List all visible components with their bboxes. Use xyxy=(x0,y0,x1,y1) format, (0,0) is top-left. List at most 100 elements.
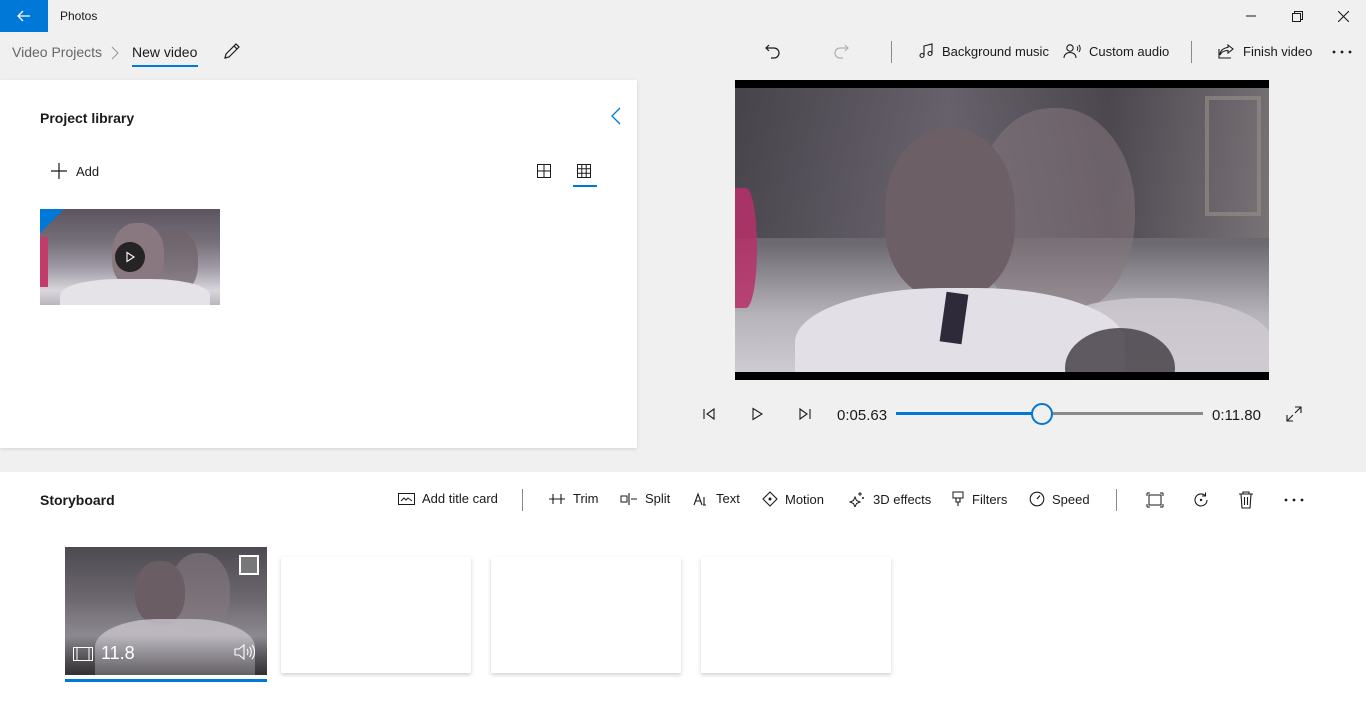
view-selection-indicator xyxy=(573,185,597,187)
large-thumbnails-view-button[interactable] xyxy=(536,163,552,179)
step-back-icon xyxy=(703,407,715,421)
play-icon xyxy=(126,251,136,263)
breadcrumb-video-projects[interactable]: Video Projects xyxy=(12,44,102,60)
play-button[interactable] xyxy=(745,402,769,426)
clip-select-checkbox[interactable] xyxy=(239,555,259,575)
undo-button[interactable] xyxy=(763,41,783,61)
restore-icon xyxy=(1291,10,1303,22)
close-icon xyxy=(1337,10,1349,22)
film-strip-icon xyxy=(73,646,93,662)
next-frame-button[interactable] xyxy=(793,402,817,426)
minimize-icon xyxy=(1246,15,1256,17)
app-title: Photos xyxy=(60,9,98,23)
add-media-button[interactable]: Add xyxy=(50,162,99,180)
close-button[interactable] xyxy=(1320,0,1366,32)
finish-video-button[interactable]: Finish video xyxy=(1218,43,1312,59)
rotate-button[interactable] xyxy=(1192,491,1210,509)
play-icon xyxy=(752,407,764,421)
add-media-label: Add xyxy=(76,163,100,179)
previous-frame-button[interactable] xyxy=(697,402,721,426)
split-label: Split xyxy=(645,491,671,506)
preview-frame xyxy=(735,88,1269,372)
seek-bar-progress xyxy=(896,412,1043,415)
resize-button[interactable] xyxy=(1146,492,1164,508)
project-library-title: Project library xyxy=(40,110,135,126)
redo-button[interactable] xyxy=(831,41,851,61)
clip-selection-indicator xyxy=(65,679,267,682)
speed-button[interactable]: Speed xyxy=(1029,491,1090,507)
finish-video-label: Finish video xyxy=(1243,43,1313,59)
seek-bar-thumb[interactable] xyxy=(1031,403,1054,425)
custom-audio-button[interactable]: Custom audio xyxy=(1063,43,1169,59)
sparkle-icon xyxy=(849,492,864,507)
minimize-button[interactable] xyxy=(1228,0,1274,32)
fullscreen-button[interactable] xyxy=(1282,402,1306,426)
plus-icon xyxy=(51,163,67,179)
filters-label: Filters xyxy=(972,491,1008,507)
toolbar-divider xyxy=(891,41,892,63)
redo-icon xyxy=(834,44,849,59)
more-options-button[interactable] xyxy=(1332,50,1352,54)
storyboard-divider xyxy=(522,489,523,511)
background-music-button[interactable]: Background music xyxy=(918,43,1049,59)
trim-label: Trim xyxy=(573,491,599,506)
toolbar-divider xyxy=(1191,41,1192,63)
rename-project-button[interactable] xyxy=(222,41,244,63)
3d-effects-label: 3D effects xyxy=(873,491,932,507)
clip-volume-button[interactable] xyxy=(233,643,255,661)
trash-icon xyxy=(1239,491,1253,509)
grid-small-icon xyxy=(577,164,591,178)
clip-duration: 11.8 xyxy=(101,643,135,663)
background-music-label: Background music xyxy=(942,43,1049,59)
more-icon xyxy=(1332,50,1352,54)
empty-clip-slot xyxy=(701,557,891,673)
share-icon xyxy=(1218,43,1234,59)
trim-button[interactable]: Trim xyxy=(548,491,599,506)
in-use-corner-marker xyxy=(40,209,64,233)
pencil-icon xyxy=(224,43,240,59)
text-icon xyxy=(693,491,706,506)
motion-icon xyxy=(762,491,778,507)
filters-button[interactable]: Filters xyxy=(951,491,1007,507)
storyboard-more-button[interactable] xyxy=(1284,498,1304,502)
storyboard-divider xyxy=(1116,489,1117,511)
resize-icon xyxy=(1146,492,1164,508)
collapse-library-button[interactable] xyxy=(607,106,627,126)
brush-icon xyxy=(952,491,964,506)
back-arrow-icon xyxy=(17,10,30,22)
split-icon xyxy=(620,492,637,505)
breadcrumb-selection-indicator xyxy=(132,65,198,67)
current-time: 0:05.63 xyxy=(837,407,888,424)
3d-effects-button[interactable]: 3D effects xyxy=(849,491,931,507)
chevron-left-icon xyxy=(611,107,621,125)
small-thumbnails-view-button[interactable] xyxy=(576,163,592,179)
expand-icon xyxy=(1286,406,1302,422)
back-button[interactable] xyxy=(0,0,48,32)
total-time: 0:11.80 xyxy=(1212,407,1261,424)
storyboard-title: Storyboard xyxy=(40,492,115,508)
step-forward-icon xyxy=(799,407,811,421)
speed-label: Speed xyxy=(1052,491,1090,507)
add-title-card-label: Add title card xyxy=(422,491,498,506)
empty-clip-slot xyxy=(281,557,471,673)
add-title-card-button[interactable]: Add title card xyxy=(398,491,498,506)
delete-button[interactable] xyxy=(1238,491,1254,509)
music-note-icon xyxy=(919,43,933,59)
restore-button[interactable] xyxy=(1274,0,1320,32)
breadcrumb-current-project[interactable]: New video xyxy=(132,44,197,60)
video-preview[interactable] xyxy=(735,80,1269,380)
speedometer-icon xyxy=(1029,491,1045,507)
text-button[interactable]: Text xyxy=(693,491,740,506)
motion-label: Motion xyxy=(785,491,825,507)
text-label: Text xyxy=(716,491,740,506)
speaker-icon xyxy=(234,643,255,661)
person-audio-icon xyxy=(1063,44,1081,59)
title-card-icon xyxy=(398,492,415,505)
library-play-button[interactable] xyxy=(115,242,145,272)
split-button[interactable]: Split xyxy=(620,491,670,506)
empty-clip-slot xyxy=(491,557,681,673)
motion-button[interactable]: Motion xyxy=(762,491,824,507)
seek-bar[interactable] xyxy=(896,403,1203,425)
breadcrumb-chevron-icon xyxy=(110,45,120,61)
title-bar xyxy=(0,0,1366,32)
